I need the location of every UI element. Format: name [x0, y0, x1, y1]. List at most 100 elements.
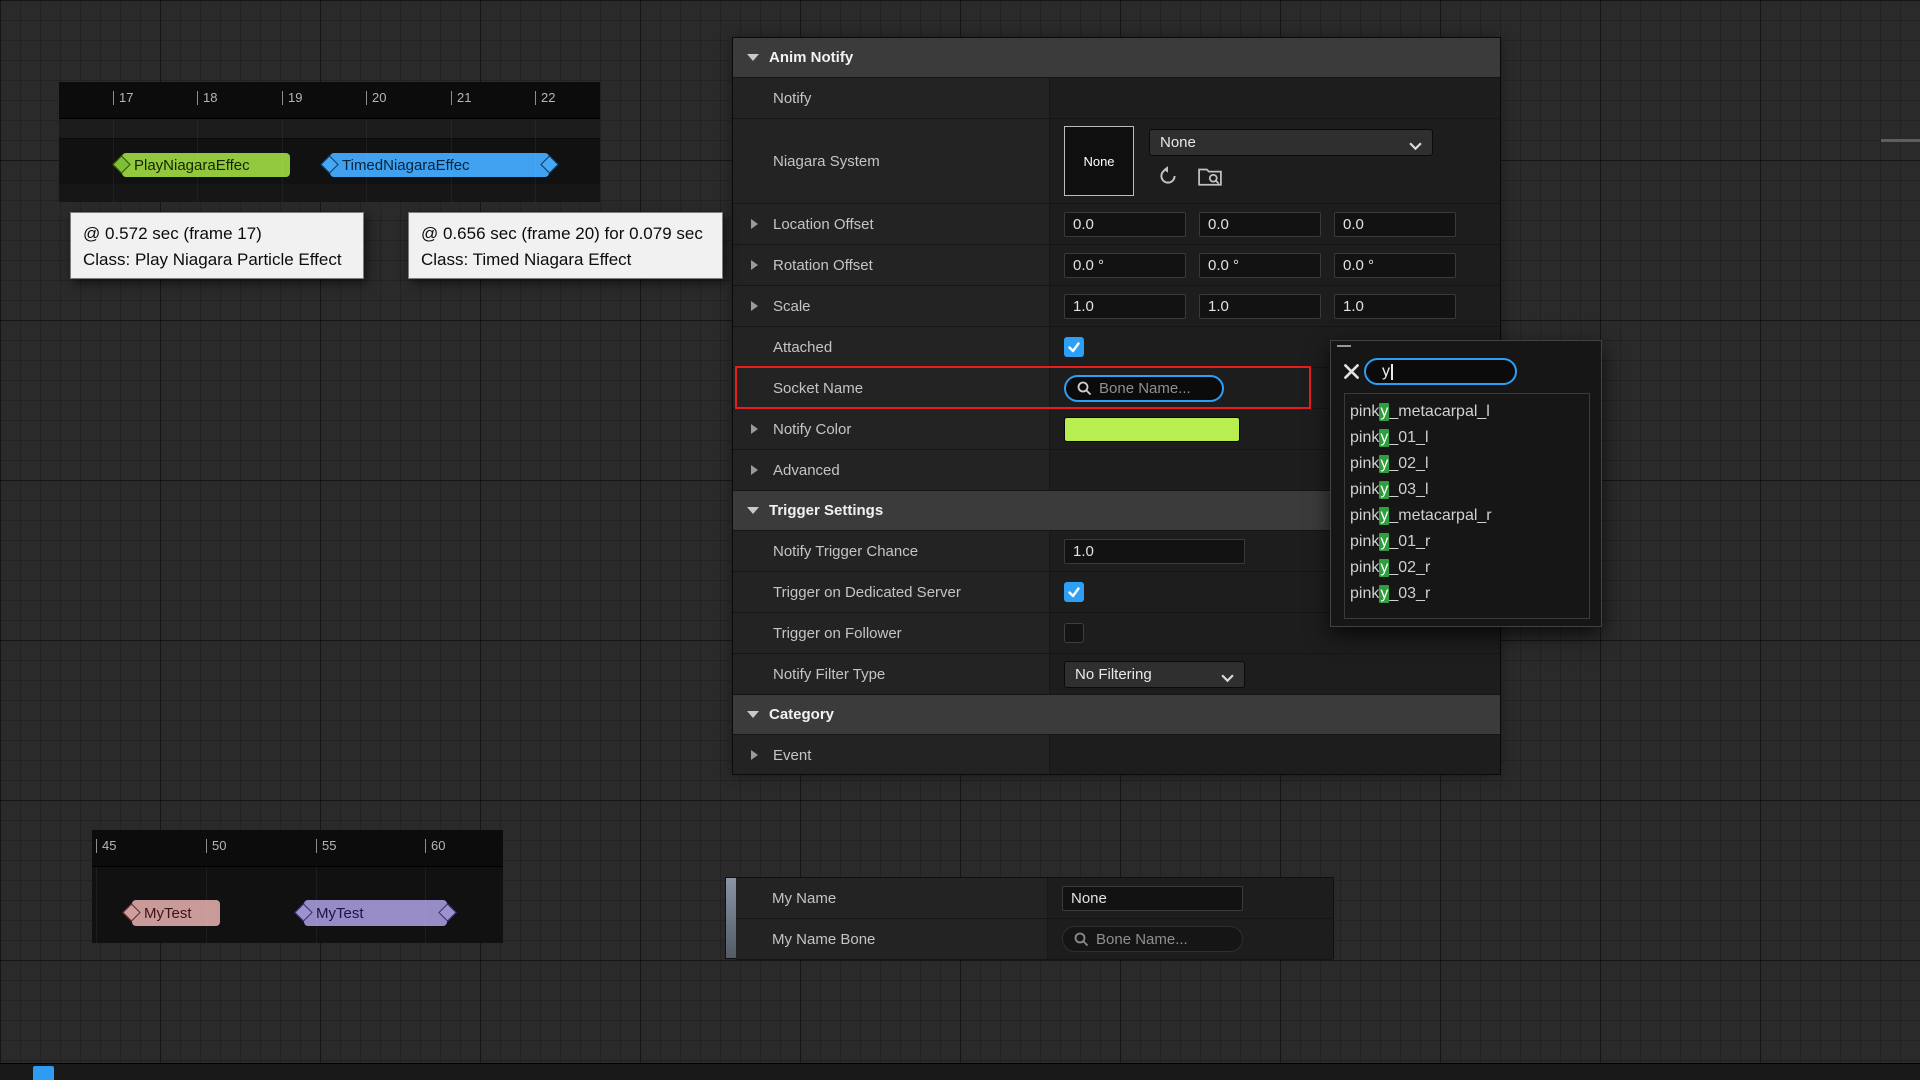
row-label: Notify Color	[773, 421, 851, 438]
rotation-z-field[interactable]: 0.0 °	[1334, 253, 1456, 278]
my-name-bone-search-input[interactable]: Bone Name...	[1062, 926, 1243, 952]
row-value-cell: No Filtering	[1050, 654, 1500, 694]
panel-side-strip[interactable]	[726, 878, 736, 958]
tick-label: 17	[119, 91, 133, 105]
row-rotation-offset: Rotation Offset 0.0 ° 0.0 ° 0.0 °	[733, 245, 1500, 286]
bone-option[interactable]: pinky_02_l	[1345, 451, 1589, 477]
timeline-gridline	[535, 119, 536, 202]
section-header-anim-notify[interactable]: Anim Notify	[733, 38, 1500, 78]
bone-option[interactable]: pinky_03_l	[1345, 477, 1589, 503]
niagara-asset-combo[interactable]: None	[1149, 129, 1433, 156]
scale-z-field[interactable]: 1.0	[1334, 294, 1456, 319]
bone-option[interactable]: pinky_metacarpal_l	[1345, 399, 1589, 425]
collapse-triangle-icon	[747, 507, 759, 514]
bone-option-text: _03_l	[1389, 481, 1428, 499]
tick-mark	[366, 91, 367, 105]
rotation-y-field[interactable]: 0.0 °	[1199, 253, 1321, 278]
bone-option-list: pinky_metacarpal_l pinky_01_l pinky_02_l…	[1344, 393, 1590, 619]
trigger-chance-field[interactable]: 1.0	[1064, 539, 1245, 564]
row-label: Trigger on Dedicated Server	[773, 584, 961, 601]
tooltip-class-line: Class: Play Niagara Particle Effect	[83, 247, 351, 273]
bone-name-dropdown-popup: y pinky_metacarpal_l pinky_01_l pinky_02…	[1330, 340, 1602, 627]
socket-name-placeholder: Bone Name...	[1099, 380, 1191, 397]
bone-option-text: pink	[1350, 403, 1379, 421]
row-label: Trigger on Follower	[773, 625, 902, 642]
my-name-field[interactable]: None	[1062, 886, 1243, 911]
row-value-cell: 0.0 0.0 0.0	[1050, 204, 1500, 244]
location-z-field[interactable]: 0.0	[1334, 212, 1456, 237]
scale-y-field[interactable]: 1.0	[1199, 294, 1321, 319]
ruler-tick: 18	[197, 91, 217, 105]
bottom-blue-chip[interactable]	[33, 1066, 54, 1080]
dropdown-value: No Filtering	[1075, 666, 1152, 683]
bone-option-text: pink	[1350, 533, 1379, 551]
right-edge-divider	[1881, 139, 1920, 142]
bone-name-placeholder: Bone Name...	[1096, 931, 1188, 948]
section-header-category[interactable]: Category	[733, 695, 1500, 735]
notify-label: PlayNiagaraEffec	[122, 157, 250, 174]
bone-filter-search-input[interactable]: y	[1364, 358, 1517, 385]
row-value-cell: 1.0 1.0 1.0	[1050, 286, 1500, 326]
tick-label: 50	[212, 839, 226, 853]
expand-arrow-icon[interactable]	[751, 301, 758, 311]
expand-arrow-icon[interactable]	[751, 219, 758, 229]
row-label-cell: Notify Filter Type	[733, 654, 1050, 694]
timeline-ruler-bottom[interactable]: 45 50 55 60	[92, 830, 503, 867]
bone-option[interactable]: pinky_01_r	[1345, 529, 1589, 555]
notify-end-diamond[interactable]	[540, 155, 558, 173]
collapse-triangle-icon	[747, 711, 759, 718]
tick-label: 45	[102, 839, 116, 853]
rotation-x-field[interactable]: 0.0 °	[1064, 253, 1186, 278]
expand-arrow-icon[interactable]	[751, 750, 758, 760]
tooltip-time-line: @ 0.572 sec (frame 17)	[83, 221, 351, 247]
bottom-edge-bar	[0, 1063, 1920, 1080]
bone-option-match: y	[1379, 533, 1389, 551]
tick-label: 18	[203, 91, 217, 105]
niagara-asset-thumbnail[interactable]: None	[1064, 126, 1134, 196]
expand-arrow-icon[interactable]	[751, 260, 758, 270]
row-label-cell: Event	[733, 735, 1050, 775]
field-value: 1.0	[1073, 298, 1094, 315]
bone-option-match: y	[1379, 559, 1389, 577]
dedicated-server-checkbox[interactable]	[1064, 582, 1084, 602]
row-label-cell: Trigger on Follower	[733, 613, 1050, 653]
field-value: 0.0 °	[1343, 257, 1374, 274]
notify-track[interactable]: PlayNiagaraEffec TimedNiagaraEffec	[59, 139, 600, 184]
browse-to-asset-icon[interactable]	[1198, 165, 1222, 187]
notify-timed-niagara-effect[interactable]: TimedNiagaraEffec	[330, 153, 549, 177]
attached-checkbox[interactable]	[1064, 337, 1084, 357]
tick-mark	[316, 839, 317, 853]
bone-option-match: y	[1379, 403, 1389, 421]
notify-color-swatch[interactable]	[1064, 417, 1240, 442]
use-selected-asset-icon[interactable]	[1157, 165, 1181, 187]
notify-track[interactable]: MyTest MyTest	[92, 867, 503, 943]
bone-option[interactable]: pinky_01_l	[1345, 425, 1589, 451]
expand-arrow-icon[interactable]	[751, 424, 758, 434]
bone-option[interactable]: pinky_03_r	[1345, 581, 1589, 607]
collapse-triangle-icon	[747, 54, 759, 61]
row-event: Event	[733, 735, 1500, 775]
location-y-field[interactable]: 0.0	[1199, 212, 1321, 237]
bone-option[interactable]: pinky_metacarpal_r	[1345, 503, 1589, 529]
follower-checkbox[interactable]	[1064, 623, 1084, 643]
clear-search-icon[interactable]	[1343, 363, 1360, 380]
field-value: 0.0 °	[1208, 257, 1239, 274]
anim-notify-track-top: 17 18 19 20 21 22 PlayNiagaraEffec Timed…	[59, 82, 600, 202]
location-x-field[interactable]: 0.0	[1064, 212, 1186, 237]
bone-option[interactable]: pinky_02_r	[1345, 555, 1589, 581]
timeline-ruler-top[interactable]: 17 18 19 20 21 22	[59, 82, 600, 119]
ruler-tick: 50	[206, 839, 226, 853]
notify-play-niagara-effect[interactable]: PlayNiagaraEffec	[122, 153, 290, 177]
notify-filter-type-dropdown[interactable]: No Filtering	[1064, 661, 1245, 688]
bone-option-match: y	[1379, 455, 1389, 473]
scale-x-field[interactable]: 1.0	[1064, 294, 1186, 319]
notify-end-diamond[interactable]	[438, 903, 456, 921]
bone-option-text: pink	[1350, 585, 1379, 603]
row-label: My Name Bone	[772, 931, 875, 948]
socket-name-search-input[interactable]: Bone Name...	[1064, 375, 1224, 402]
row-label: Advanced	[773, 462, 840, 479]
chevron-down-icon	[1409, 138, 1422, 147]
tick-label: 55	[322, 839, 336, 853]
ruler-tick: 55	[316, 839, 336, 853]
expand-arrow-icon[interactable]	[751, 465, 758, 475]
